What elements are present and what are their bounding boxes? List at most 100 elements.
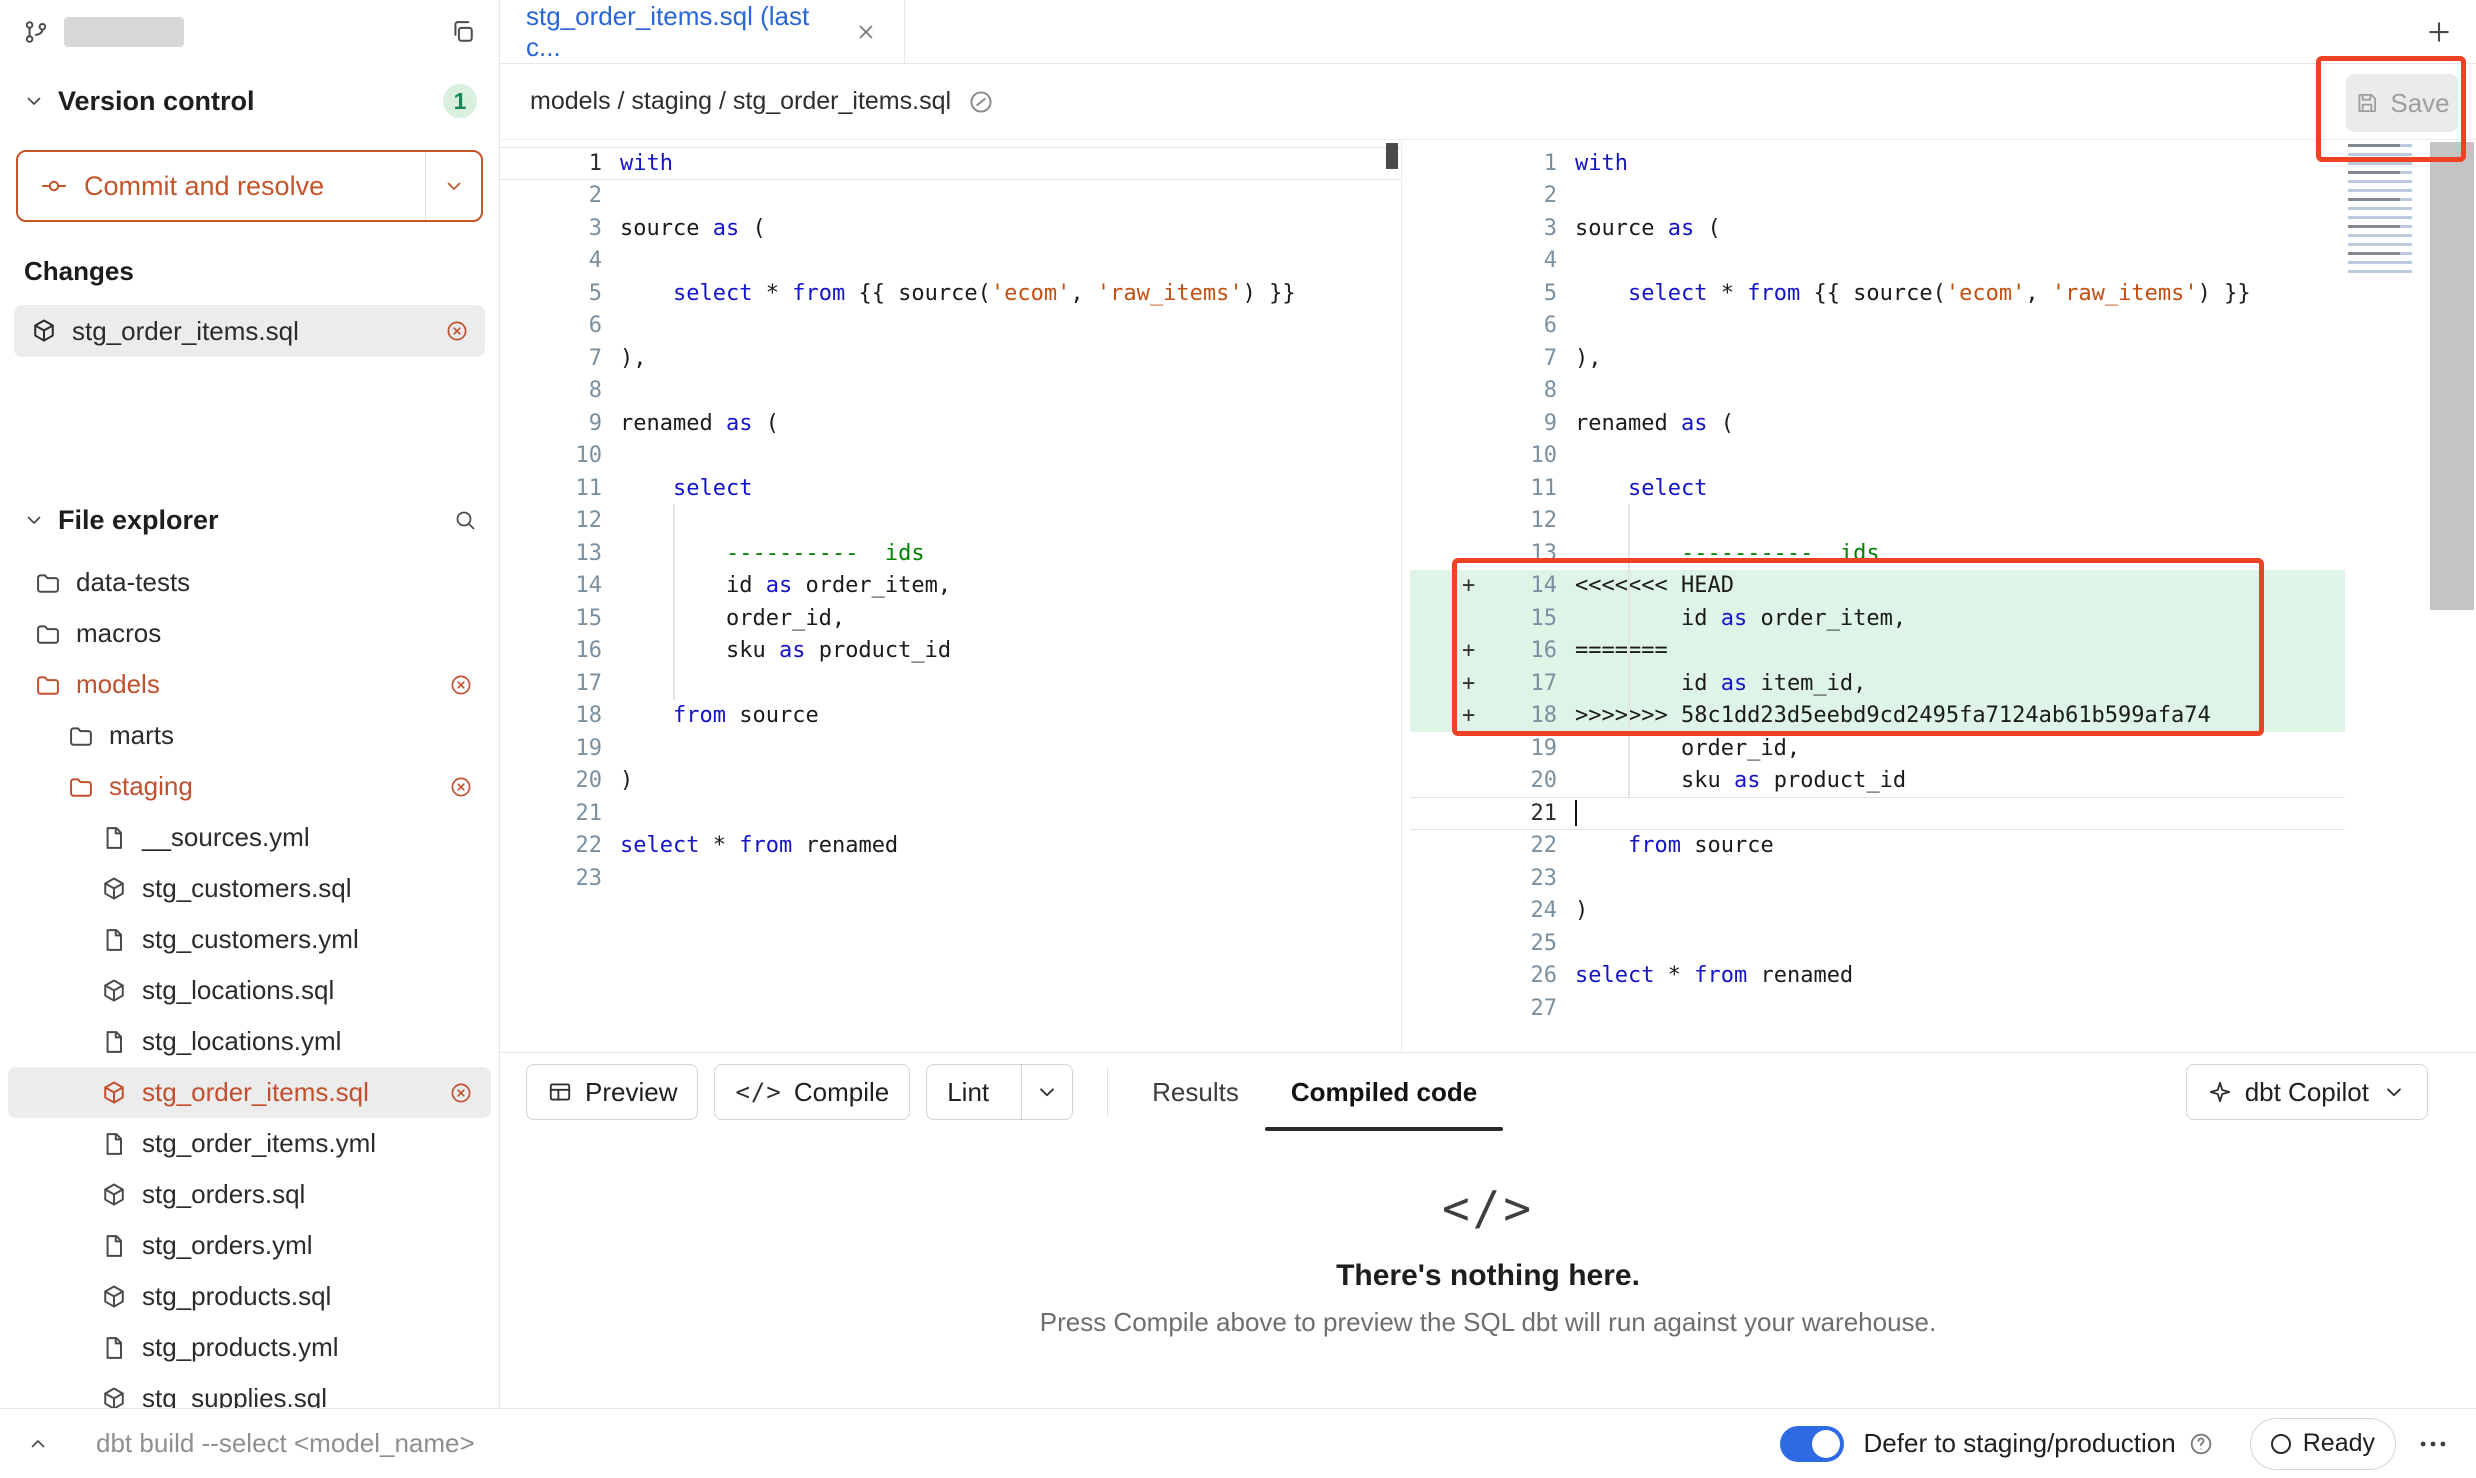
code-line[interactable]: 19 — [500, 732, 1401, 765]
code-line[interactable]: 3source as ( — [500, 212, 1401, 245]
file-tree-item[interactable]: macros — [8, 608, 491, 659]
pane-scrollbar-thumb[interactable] — [1386, 143, 1398, 169]
branch-icon[interactable] — [22, 18, 50, 46]
code-line[interactable]: 21 — [1410, 797, 2345, 830]
code-line[interactable]: 7), — [500, 342, 1401, 375]
file-tree-item[interactable]: staging — [8, 761, 491, 812]
code-line[interactable]: 11 select — [1410, 472, 2345, 505]
changed-file-row[interactable]: stg_order_items.sql — [14, 305, 485, 357]
dbt-copilot-button[interactable]: dbt Copilot — [2186, 1064, 2428, 1120]
tab-stg-order-items[interactable]: stg_order_items.sql (last c... — [500, 0, 905, 63]
file-tree-item[interactable]: stg_supplies.sql — [8, 1373, 491, 1408]
file-tree-item[interactable]: stg_order_items.yml — [8, 1118, 491, 1169]
copy-icon[interactable] — [449, 18, 477, 46]
code-line[interactable]: +18>>>>>>> 58c1dd23d5eebd9cd2495fa7124ab… — [1410, 700, 2345, 733]
code-line[interactable]: +16======= — [1410, 635, 2345, 668]
file-state-icon[interactable] — [967, 88, 995, 116]
lint-button[interactable]: Lint — [926, 1064, 1073, 1120]
lint-options-dropdown[interactable] — [1021, 1065, 1072, 1119]
defer-toggle[interactable] — [1780, 1426, 1844, 1462]
code-line[interactable]: 5 select * from {{ source('ecom', 'raw_i… — [500, 277, 1401, 310]
code-line[interactable]: 9renamed as ( — [1410, 407, 2345, 440]
file-tree-item[interactable]: stg_locations.yml — [8, 1016, 491, 1067]
commit-button-main[interactable]: Commit and resolve — [18, 152, 425, 220]
file-tree-item[interactable]: stg_locations.sql — [8, 965, 491, 1016]
code-line[interactable]: 1with — [500, 147, 1401, 180]
code-line[interactable]: 11 select — [500, 472, 1401, 505]
file-tree-item[interactable]: stg_orders.sql — [8, 1169, 491, 1220]
ide-status-badge[interactable]: Ready — [2250, 1418, 2396, 1470]
code-line[interactable]: 20) — [500, 765, 1401, 798]
code-line[interactable]: 27 — [1410, 992, 2345, 1025]
code-line[interactable]: 15 id as order_item, — [1410, 602, 2345, 635]
code-line[interactable]: 13 ---------- ids — [1410, 537, 2345, 570]
minimap[interactable] — [2348, 144, 2418, 276]
code-line[interactable]: 15 order_id, — [500, 602, 1401, 635]
file-tree-item[interactable]: stg_customers.yml — [8, 914, 491, 965]
code-line[interactable]: 17 — [500, 667, 1401, 700]
file-tree-item[interactable]: stg_order_items.sql — [8, 1067, 491, 1118]
expand-command-bar-icon[interactable] — [26, 1432, 50, 1456]
new-tab-icon[interactable] — [2424, 17, 2454, 47]
file-tree-item[interactable]: marts — [8, 710, 491, 761]
file-tree-item[interactable]: data-tests — [8, 557, 491, 608]
editor-pane-right[interactable]: 1with23source as (45 select * from {{ so… — [1410, 140, 2345, 1052]
code-line[interactable]: 24) — [1410, 895, 2345, 928]
code-line[interactable]: 2 — [1410, 180, 2345, 213]
editor-scrollbar-thumb[interactable] — [2430, 142, 2474, 610]
code-line[interactable]: 8 — [1410, 375, 2345, 408]
code-line[interactable]: 20 sku as product_id — [1410, 765, 2345, 798]
code-line[interactable]: 6 — [500, 310, 1401, 343]
file-tree-item[interactable]: stg_orders.yml — [8, 1220, 491, 1271]
code-line[interactable]: 12 — [1410, 505, 2345, 538]
help-icon[interactable] — [2188, 1431, 2214, 1457]
code-line[interactable]: 7), — [1410, 342, 2345, 375]
tab-compiled-code[interactable]: Compiled code — [1265, 1053, 1503, 1131]
code-line[interactable]: 4 — [1410, 245, 2345, 278]
code-line[interactable]: 4 — [500, 245, 1401, 278]
code-line[interactable]: 14 id as order_item, — [500, 570, 1401, 603]
lint-button-main[interactable]: Lint — [927, 1065, 1009, 1119]
code-line[interactable]: 25 — [1410, 927, 2345, 960]
code-line[interactable]: 9renamed as ( — [500, 407, 1401, 440]
code-line[interactable]: 1with — [1410, 147, 2345, 180]
code-line[interactable]: 2 — [500, 180, 1401, 213]
breadcrumb[interactable]: models / staging / stg_order_items.sql — [530, 87, 951, 116]
file-explorer-header[interactable]: File explorer — [0, 483, 499, 557]
code-line[interactable]: 19 order_id, — [1410, 732, 2345, 765]
code-line[interactable]: 13 ---------- ids — [500, 537, 1401, 570]
search-icon[interactable] — [453, 508, 477, 532]
code-line[interactable]: 23 — [500, 862, 1401, 895]
preview-button[interactable]: Preview — [526, 1064, 698, 1120]
file-tree-item[interactable]: stg_products.sql — [8, 1271, 491, 1322]
command-input[interactable]: dbt build --select <model_name> — [96, 1428, 475, 1459]
code-line[interactable]: 3source as ( — [1410, 212, 2345, 245]
discard-file-icon[interactable] — [445, 319, 469, 343]
compile-button[interactable]: </> Compile — [714, 1064, 910, 1120]
code-line[interactable]: 26select * from renamed — [1410, 960, 2345, 993]
code-line[interactable]: 22select * from renamed — [500, 830, 1401, 863]
code-line[interactable]: 21 — [500, 797, 1401, 830]
file-tree-item[interactable]: stg_customers.sql — [8, 863, 491, 914]
code-line[interactable]: 8 — [500, 375, 1401, 408]
file-tree-item[interactable]: __sources.yml — [8, 812, 491, 863]
code-line[interactable]: 23 — [1410, 862, 2345, 895]
code-line[interactable]: 22 from source — [1410, 830, 2345, 863]
code-line[interactable]: 18 from source — [500, 700, 1401, 733]
version-control-header[interactable]: Version control 1 — [0, 64, 499, 138]
code-line[interactable]: 16 sku as product_id — [500, 635, 1401, 668]
discard-file-icon[interactable] — [449, 673, 473, 697]
code-line[interactable]: 10 — [1410, 440, 2345, 473]
code-line[interactable]: +17 id as item_id, — [1410, 667, 2345, 700]
file-tree-item[interactable]: models — [8, 659, 491, 710]
commit-options-dropdown[interactable] — [425, 152, 481, 220]
tab-results[interactable]: Results — [1126, 1053, 1265, 1131]
code-line[interactable]: 10 — [500, 440, 1401, 473]
editor-scrollbar[interactable] — [2428, 140, 2476, 1052]
code-line[interactable]: 12 — [500, 505, 1401, 538]
more-options-icon[interactable] — [2416, 1427, 2450, 1461]
code-line[interactable]: 5 select * from {{ source('ecom', 'raw_i… — [1410, 277, 2345, 310]
save-button[interactable]: Save — [2346, 74, 2458, 132]
discard-file-icon[interactable] — [449, 1081, 473, 1105]
code-line[interactable]: +14<<<<<<< HEAD — [1410, 570, 2345, 603]
